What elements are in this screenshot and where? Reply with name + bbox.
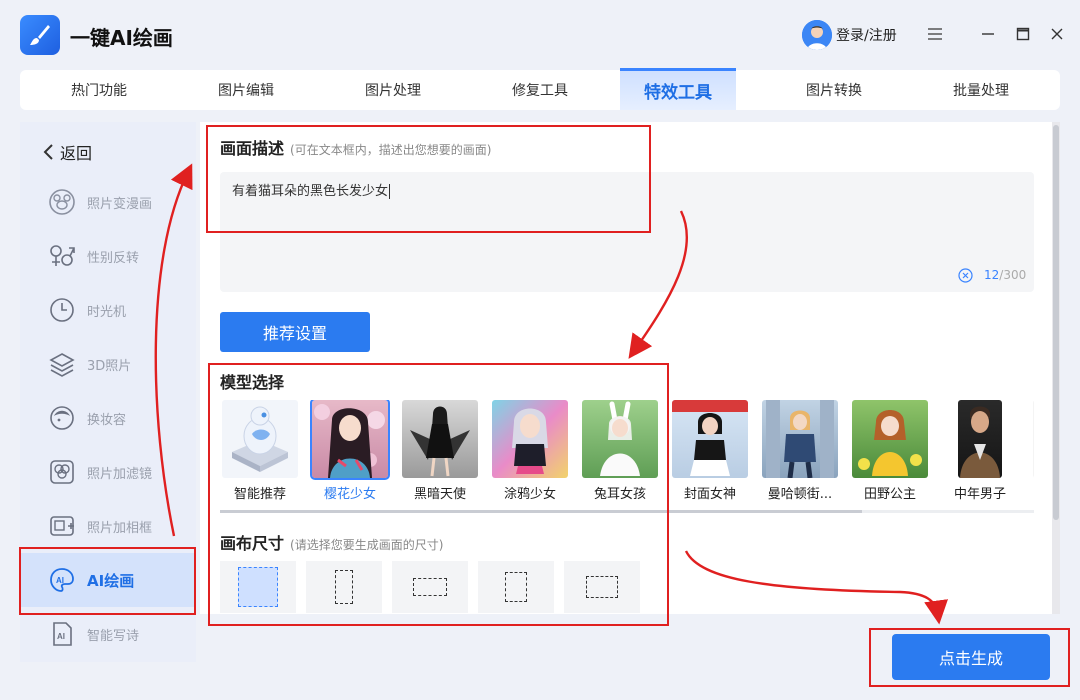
model-label: 中年男子 <box>953 487 1006 502</box>
tab-image-process[interactable]: 图片处理 <box>326 70 460 110</box>
sidebar-item-label: 换妆容 <box>87 412 127 428</box>
tab-repair-tools[interactable]: 修复工具 <box>473 70 607 110</box>
sidebar-item-label: 性别反转 <box>87 250 140 266</box>
app-title: 一键AI绘画 <box>70 26 173 50</box>
model-thumbnail <box>1033 400 1034 478</box>
sidebar-item-label: 时光机 <box>87 304 127 320</box>
sidebar-item-label: 3D照片 <box>87 358 132 374</box>
annotation-box-ai-painting <box>19 547 196 615</box>
maximize-icon[interactable] <box>1011 22 1035 46</box>
back-label: 返回 <box>60 144 93 163</box>
svg-text:AI: AI <box>57 632 65 641</box>
chevron-left-icon <box>43 144 53 160</box>
tab-image-edit[interactable]: 图片编辑 <box>179 70 313 110</box>
title-bar: 一键AI绘画 登录/注册 <box>0 0 1080 68</box>
sidebar-item-3d-photo[interactable]: 3D照片 <box>20 337 196 391</box>
layers-icon <box>48 350 76 378</box>
avatar[interactable] <box>802 20 832 50</box>
main-scrollbar-thumb[interactable] <box>1053 125 1059 520</box>
model-next-partial[interactable] <box>1028 400 1034 478</box>
sidebar-item-label: 照片变漫画 <box>87 196 153 212</box>
clear-text-icon[interactable] <box>958 268 973 283</box>
model-cover-goddess[interactable]: 封面女神 <box>670 400 750 502</box>
back-button[interactable]: 返回 <box>42 140 92 164</box>
annotation-box-description <box>206 125 651 233</box>
model-manhattan-street[interactable]: 曼哈顿街... <box>760 400 840 502</box>
ai-document-icon: AI <box>48 620 76 648</box>
makeup-face-icon <box>48 404 76 432</box>
char-count-max: /300 <box>999 268 1027 282</box>
bear-face-icon <box>48 188 76 216</box>
sidebar-item-photo-frame[interactable]: 照片加相框 <box>20 499 196 553</box>
sidebar-item-photo-filter[interactable]: 照片加滤镜 <box>20 445 196 499</box>
tab-effect-tools[interactable]: 特效工具 <box>620 68 736 110</box>
filter-icon <box>48 458 76 486</box>
feature-tab-bar: 热门功能 图片编辑 图片处理 修复工具 特效工具 图片转换 批量处理 <box>20 68 1060 110</box>
tab-image-convert[interactable]: 图片转换 <box>767 70 901 110</box>
sidebar-item-label: 智能写诗 <box>87 628 140 644</box>
model-middle-aged-man[interactable]: 中年男子 <box>940 400 1020 502</box>
sidebar-item-photo-to-comic[interactable]: 照片变漫画 <box>20 175 196 229</box>
model-thumbnail <box>672 400 748 478</box>
sidebar-item-gender-swap[interactable]: 性别反转 <box>20 229 196 283</box>
model-label: 封面女神 <box>683 487 736 502</box>
close-icon[interactable] <box>1045 22 1069 46</box>
tab-hot-features[interactable]: 热门功能 <box>32 70 166 110</box>
clock-icon <box>48 296 76 324</box>
annotation-box-generate <box>869 628 1070 687</box>
character-count: 12/300 <box>984 268 1026 282</box>
recommend-settings-button[interactable]: 推荐设置 <box>220 312 370 352</box>
sidebar-item-makeup[interactable]: 换妆容 <box>20 391 196 445</box>
sidebar-item-time-machine[interactable]: 时光机 <box>20 283 196 337</box>
frame-icon <box>48 512 76 540</box>
minimize-icon[interactable] <box>976 22 1000 46</box>
char-count-current: 12 <box>984 268 1000 282</box>
model-label: 田野公主 <box>863 487 916 502</box>
brush-logo-icon <box>20 15 60 55</box>
model-thumbnail <box>958 400 1002 478</box>
model-label: 曼哈顿街... <box>767 487 833 502</box>
model-field-princess[interactable]: 田野公主 <box>850 400 930 502</box>
sidebar-item-smart-poetry[interactable]: AI 智能写诗 <box>20 607 196 661</box>
sidebar-item-label: 照片加滤镜 <box>87 466 153 482</box>
model-thumbnail <box>852 400 928 478</box>
model-thumbnail <box>762 400 838 478</box>
gender-icon <box>48 242 76 270</box>
tab-batch-process[interactable]: 批量处理 <box>914 70 1048 110</box>
login-register-link[interactable]: 登录/注册 <box>836 25 897 45</box>
sidebar-item-label: 照片加相框 <box>87 520 153 536</box>
annotation-box-model-canvas <box>208 363 669 626</box>
menu-icon[interactable] <box>923 22 947 46</box>
